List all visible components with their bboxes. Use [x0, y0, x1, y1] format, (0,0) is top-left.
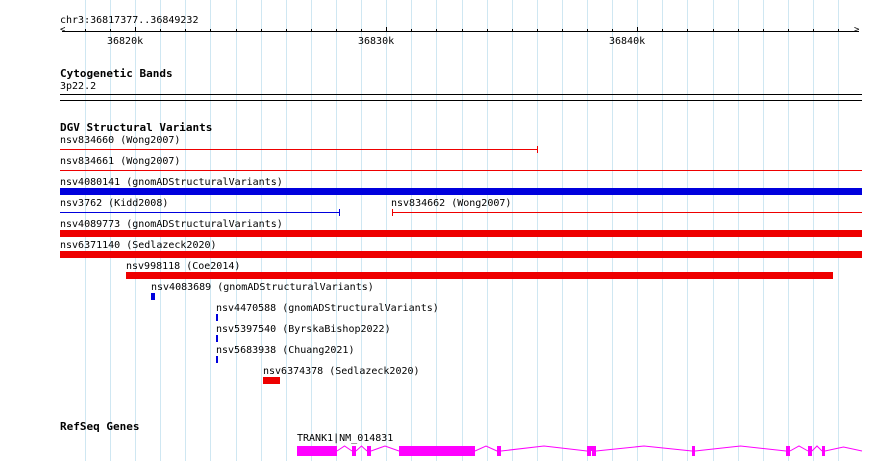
gene-exon[interactable]	[592, 446, 596, 456]
variant-bar[interactable]	[392, 212, 862, 213]
variant-bar[interactable]	[60, 212, 340, 213]
variant-end-tick	[537, 146, 538, 153]
ruler-minor-tick	[261, 29, 262, 32]
ruler-minor-tick	[788, 29, 789, 32]
gene-intron	[595, 445, 693, 452]
refseq-track-title: RefSeq Genes	[60, 420, 140, 433]
ruler-tick-label: 36830k	[358, 36, 395, 47]
gene-intron	[824, 446, 863, 452]
gene-model[interactable]	[0, 440, 890, 461]
gene-exon[interactable]	[587, 446, 591, 456]
variant-bar[interactable]	[126, 272, 833, 279]
ruler-axis	[62, 31, 859, 32]
ruler-minor-tick	[487, 29, 488, 32]
cytoband-bar-bottom	[60, 100, 862, 101]
variant-label[interactable]: nsv5683938 (Chuang2021)	[216, 345, 354, 356]
ruler-minor-tick	[311, 29, 312, 32]
ruler-minor-tick	[662, 29, 663, 32]
gene-intron	[500, 445, 588, 452]
ruler-major-tick	[637, 27, 638, 32]
ruler-minor-tick	[562, 29, 563, 32]
gene-exon[interactable]	[786, 446, 790, 456]
ruler-minor-tick	[687, 29, 688, 32]
gene-exon[interactable]	[297, 446, 337, 456]
ruler-minor-tick	[838, 29, 839, 32]
variant-end-tick	[339, 209, 340, 216]
ruler-minor-tick	[210, 29, 211, 32]
ruler-minor-tick	[612, 29, 613, 32]
ruler-minor-tick	[160, 29, 161, 32]
variant-label[interactable]: nsv834661 (Wong2007)	[60, 156, 180, 167]
ruler-minor-tick	[436, 29, 437, 32]
gene-exon[interactable]	[367, 446, 371, 456]
gene-intron	[694, 445, 787, 452]
ruler-minor-tick	[110, 29, 111, 32]
variant-bar[interactable]	[60, 251, 862, 258]
variant-bar[interactable]	[216, 335, 218, 342]
ruler-minor-tick	[336, 29, 337, 32]
ruler-minor-tick	[361, 29, 362, 32]
variant-label[interactable]: nsv5397540 (ByrskaBishop2022)	[216, 324, 391, 335]
variant-label[interactable]: nsv4089773 (gnomADStructuralVariants)	[60, 219, 283, 230]
gene-intron	[336, 445, 353, 452]
variant-label[interactable]: nsv998118 (Coe2014)	[126, 261, 240, 272]
gene-intron	[370, 445, 400, 452]
ruler-minor-tick	[738, 29, 739, 32]
variant-bar[interactable]	[216, 314, 218, 321]
ruler-minor-tick	[236, 29, 237, 32]
variant-label[interactable]: nsv4083689 (gnomADStructuralVariants)	[151, 282, 374, 293]
ruler-minor-tick	[813, 29, 814, 32]
ruler-right-arrow-icon: >	[854, 25, 860, 35]
gene-exon[interactable]	[822, 446, 825, 456]
variant-bar[interactable]	[60, 230, 862, 237]
variant-label[interactable]: nsv6374378 (Sedlazeck2020)	[263, 366, 420, 377]
variant-label[interactable]: nsv6371140 (Sedlazeck2020)	[60, 240, 217, 251]
ruler-minor-tick	[537, 29, 538, 32]
ruler-minor-tick	[286, 29, 287, 32]
variant-label[interactable]: nsv3762 (Kidd2008)	[60, 198, 168, 209]
ruler-minor-tick	[411, 29, 412, 32]
gene-exon[interactable]	[692, 446, 695, 456]
ruler-minor-tick	[185, 29, 186, 32]
ruler-major-tick	[135, 27, 136, 32]
variant-bar[interactable]	[60, 170, 862, 171]
variant-label[interactable]: nsv4080141 (gnomADStructuralVariants)	[60, 177, 283, 188]
variant-label[interactable]: nsv834662 (Wong2007)	[391, 198, 511, 209]
variant-bar[interactable]	[60, 188, 862, 195]
gene-intron	[789, 445, 809, 452]
gene-exon[interactable]	[352, 446, 356, 456]
cytoband-track-title: Cytogenetic Bands	[60, 67, 173, 80]
variant-label[interactable]: nsv834660 (Wong2007)	[60, 135, 180, 146]
gene-intron	[474, 445, 498, 452]
ruler-minor-tick	[587, 29, 588, 32]
gene-exon[interactable]	[497, 446, 501, 456]
gene-intron	[355, 445, 368, 452]
variant-label[interactable]: nsv4470588 (gnomADStructuralVariants)	[216, 303, 439, 314]
ruler-minor-tick	[512, 29, 513, 32]
ruler-tick-label: 36820k	[107, 36, 144, 47]
variant-bar[interactable]	[263, 377, 280, 384]
dgv-track-title: DGV Structural Variants	[60, 121, 213, 134]
variant-bar[interactable]	[60, 149, 538, 150]
ruler-major-tick	[386, 27, 387, 32]
ruler-tick-label: 36840k	[609, 36, 646, 47]
ruler-minor-tick	[763, 29, 764, 32]
ruler-minor-tick	[462, 29, 463, 32]
variant-bar[interactable]	[151, 293, 155, 300]
cytoband-label: 3p22.2	[60, 81, 97, 92]
cytoband-bar-top	[60, 94, 862, 95]
gene-intron	[811, 445, 823, 452]
genome-browser-panel: chr3:36817377..36849232 < > 36820k 36830…	[0, 0, 890, 461]
ruler-minor-tick	[713, 29, 714, 32]
variant-bar[interactable]	[216, 356, 218, 363]
gene-exon[interactable]	[399, 446, 475, 456]
gene-exon[interactable]	[808, 446, 812, 456]
gene-intron	[590, 445, 593, 452]
ruler-minor-tick	[85, 29, 86, 32]
ruler-coordinates: chr3:36817377..36849232	[60, 15, 199, 26]
